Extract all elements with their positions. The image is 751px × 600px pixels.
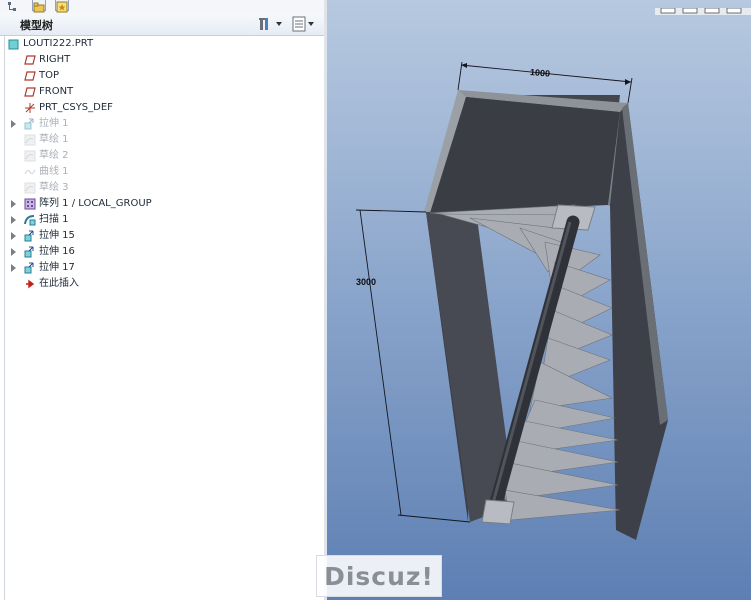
tree-item-label: LOUTI222.PRT xyxy=(23,38,94,49)
model-tree-tab-icon[interactable] xyxy=(8,0,22,11)
tree-item-label: PRT_CSYS_DEF xyxy=(39,102,113,113)
list-icon xyxy=(292,16,306,32)
tree-item[interactable]: 阵列 1 / LOCAL_GROUP xyxy=(5,196,323,212)
tree-item[interactable]: 在此插入 xyxy=(5,276,323,292)
tree-item-label: 拉伸 16 xyxy=(39,246,75,257)
sweep-icon xyxy=(24,215,36,226)
expand-arrow-icon[interactable] xyxy=(11,200,16,208)
expand-arrow-icon[interactable] xyxy=(11,264,16,272)
tree-item[interactable]: 拉伸 15 xyxy=(5,228,323,244)
tree-settings-button[interactable] xyxy=(258,16,282,32)
tree-item-label: 草绘 3 xyxy=(39,182,69,193)
model-tree-title: 模型树 xyxy=(20,19,53,32)
tree-root-item[interactable]: LOUTI222.PRT xyxy=(5,36,323,52)
tree-item-label: TOP xyxy=(39,70,60,81)
extrude-icon xyxy=(24,118,34,130)
dimension-height-label: 3000 xyxy=(356,277,376,287)
extrude-icon xyxy=(24,246,34,258)
folder-browser-tab-icon[interactable] xyxy=(32,0,46,13)
curve-icon xyxy=(24,169,36,175)
datum-plane-icon xyxy=(24,87,36,97)
expand-arrow-icon[interactable] xyxy=(11,232,16,240)
tree-item-label: FRONT xyxy=(39,86,74,97)
sketch-icon xyxy=(24,134,36,146)
part-icon xyxy=(8,39,19,50)
tree-item-label: 拉伸 17 xyxy=(39,262,75,273)
chevron-down-icon xyxy=(308,22,314,26)
model-tree-panel: 模型树 LOUTI222.PRT RIGHT TOP FRONT PRT_CSYS_D… xyxy=(0,0,327,600)
tree-item-label: 扫描 1 xyxy=(39,214,69,225)
chevron-down-icon xyxy=(276,22,282,26)
dimension-width-label: 1000 xyxy=(530,67,551,79)
tree-item[interactable]: RIGHT xyxy=(5,52,323,68)
tree-item-label: 阵列 1 / LOCAL_GROUP xyxy=(39,198,152,209)
panel-tab-strip xyxy=(0,0,327,13)
pattern-icon xyxy=(24,198,36,210)
tree-item-label: 拉伸 1 xyxy=(39,118,69,129)
tree-item-label: RIGHT xyxy=(39,54,71,65)
sketch-icon xyxy=(24,150,36,162)
tree-item[interactable]: 拉伸 17 xyxy=(5,260,323,276)
tree-item-label: 草绘 1 xyxy=(39,134,69,145)
tree-item[interactable]: 草绘 2 xyxy=(5,148,323,164)
coordinate-system-icon xyxy=(25,103,35,113)
tree-item-label: 曲线 1 xyxy=(39,166,69,177)
graphics-viewport[interactable]: 1000 3000 xyxy=(327,0,751,600)
tree-item[interactable]: PRT_CSYS_DEF xyxy=(5,100,323,116)
tree-item[interactable]: 拉伸 16 xyxy=(5,244,323,260)
tree-item-label: 在此插入 xyxy=(39,278,79,289)
tree-item[interactable]: 扫描 1 xyxy=(5,212,323,228)
sketch-icon xyxy=(24,182,36,194)
expand-arrow-icon[interactable] xyxy=(11,120,16,128)
staircase-model: 1000 3000 xyxy=(355,61,668,540)
bottom-plate xyxy=(481,499,515,525)
tree-item-label: 拉伸 15 xyxy=(39,230,75,241)
model-tree-header: 模型树 xyxy=(0,13,324,36)
datum-plane-icon xyxy=(24,55,36,65)
watermark: Discuz! xyxy=(316,555,442,597)
tree-item[interactable]: 曲线 1 xyxy=(5,164,323,180)
datum-plane-icon xyxy=(24,71,36,81)
right-wall xyxy=(610,103,668,540)
tools-icon xyxy=(259,18,268,30)
extrude-icon xyxy=(24,262,34,274)
expand-arrow-icon[interactable] xyxy=(11,248,16,256)
tree-columns-button[interactable] xyxy=(292,16,314,32)
tree-item[interactable]: 草绘 1 xyxy=(5,132,323,148)
model-tree: LOUTI222.PRT RIGHT TOP FRONT PRT_CSYS_DEF 拉伸… xyxy=(4,36,325,600)
favorites-tab-icon[interactable] xyxy=(55,0,69,13)
tree-item[interactable]: 草绘 3 xyxy=(5,180,323,196)
expand-arrow-icon[interactable] xyxy=(11,216,16,224)
tree-item-label: 草绘 2 xyxy=(39,150,69,161)
tree-item[interactable]: TOP xyxy=(5,68,323,84)
tree-item[interactable]: 拉伸 1 xyxy=(5,116,323,132)
extrude-icon xyxy=(24,230,34,242)
insert-here-arrow-icon xyxy=(26,279,35,289)
tree-item[interactable]: FRONT xyxy=(5,84,323,100)
